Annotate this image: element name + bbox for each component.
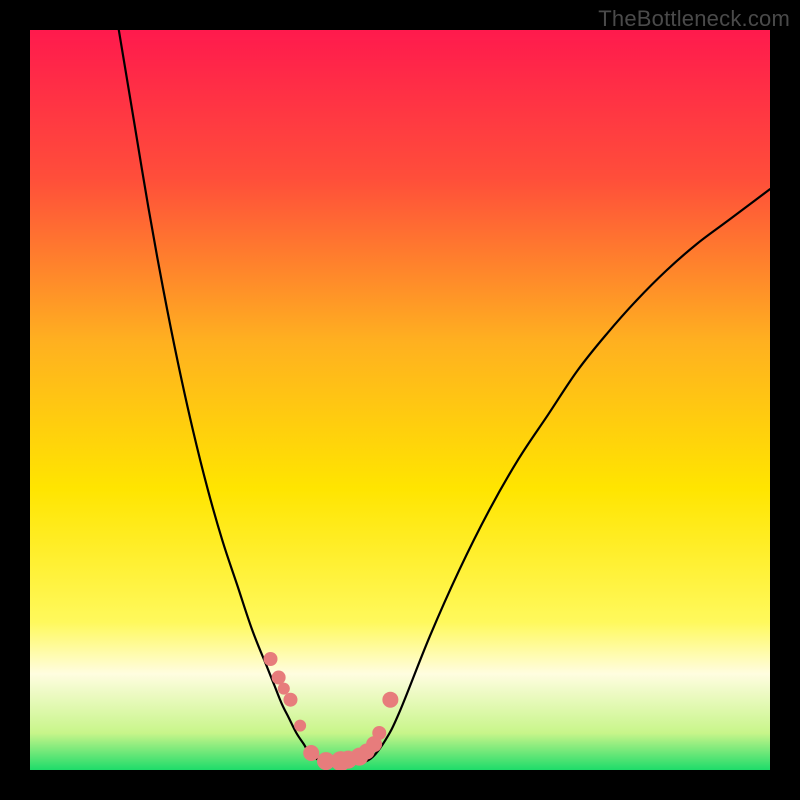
data-marker — [372, 726, 386, 740]
gradient-background — [30, 30, 770, 770]
data-marker — [294, 720, 306, 732]
chart-svg — [30, 30, 770, 770]
data-marker — [264, 652, 278, 666]
watermark-text: TheBottleneck.com — [598, 6, 790, 32]
data-marker — [283, 693, 297, 707]
plot-area — [30, 30, 770, 770]
data-marker — [272, 671, 286, 685]
data-marker — [303, 745, 319, 761]
chart-frame: TheBottleneck.com — [0, 0, 800, 800]
data-marker — [382, 692, 398, 708]
data-marker — [278, 683, 290, 695]
